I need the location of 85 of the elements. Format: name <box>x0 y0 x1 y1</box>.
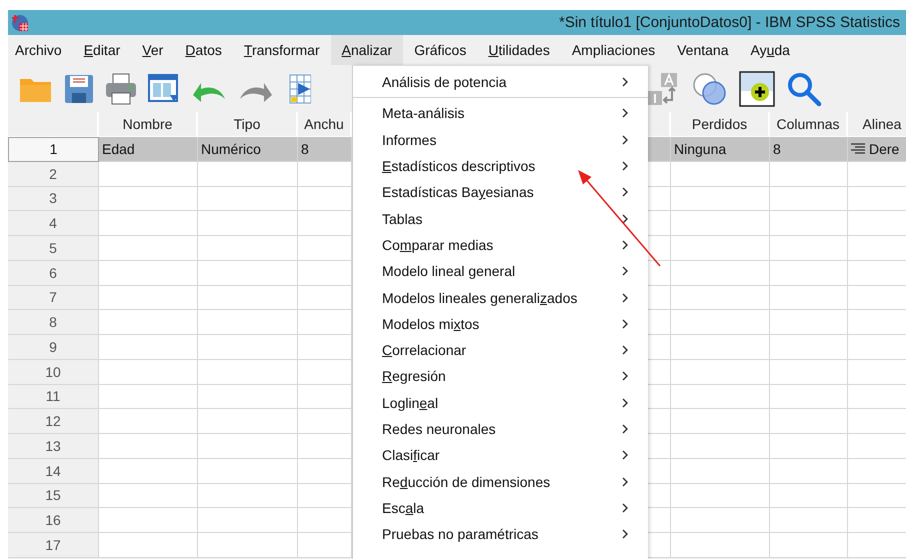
column-header[interactable]: Nombre <box>99 112 198 137</box>
grid-icon[interactable] <box>289 72 311 104</box>
chevron-icon <box>622 450 628 460</box>
chevron-icon <box>622 214 628 224</box>
menu-item[interactable]: Gráficos <box>403 35 478 65</box>
menu-item[interactable]: Archivo <box>8 35 73 65</box>
row-header[interactable]: 16 <box>8 508 99 533</box>
row-header[interactable]: 1 <box>8 137 99 162</box>
row-header[interactable]: 8 <box>8 310 99 335</box>
column-header[interactable]: Perdidos <box>671 112 770 137</box>
menu-item[interactable]: Clasificar <box>353 442 648 468</box>
window-icon[interactable] <box>148 72 180 104</box>
menu-item[interactable]: Ampliaciones <box>560 35 666 65</box>
chevron-icon <box>622 134 628 145</box>
table-cell: Ninguna <box>671 137 770 162</box>
row-header[interactable]: 5 <box>8 236 99 261</box>
menu-item[interactable]: Informes <box>353 126 648 153</box>
table-cell-text: Dere <box>869 140 900 157</box>
menu-item[interactable]: Comparar medias <box>353 232 648 258</box>
printer-icon[interactable] <box>105 72 137 104</box>
chevron-icon <box>622 240 628 250</box>
chevron-icon <box>622 398 628 408</box>
chevron-icon <box>622 187 628 198</box>
column-header[interactable]: Anchu <box>298 112 352 137</box>
align-right-icon <box>851 142 865 155</box>
table-cell: Numérico <box>198 137 298 162</box>
menu-item[interactable]: Utilidades <box>477 35 561 65</box>
menu-item[interactable]: Estadísticas Bayesianas <box>353 179 648 206</box>
menu-item[interactable]: Modelos mixtos <box>353 310 648 337</box>
table-cell: 8 <box>298 137 352 162</box>
menu-item[interactable]: Correlacionar <box>353 336 648 364</box>
menu-item[interactable]: Loglineal <box>353 390 648 416</box>
row-header[interactable]: 2 <box>8 162 99 186</box>
menu-item[interactable]: Redes neuronales <box>353 416 648 442</box>
chevron-icon <box>622 371 628 382</box>
row-header[interactable]: 10 <box>8 360 99 384</box>
circles-icon[interactable] <box>692 72 728 106</box>
row-header[interactable]: 7 <box>8 286 99 310</box>
chevron-icon <box>622 108 628 118</box>
chevron-icon <box>622 292 628 303</box>
chevron-icon <box>622 502 628 513</box>
chevron-icon <box>622 318 628 329</box>
row-header[interactable]: 13 <box>8 434 99 459</box>
chevron-icon <box>622 424 628 434</box>
row-header[interactable]: 17 <box>8 533 99 558</box>
row-header[interactable]: 15 <box>8 484 99 508</box>
chevron-icon <box>622 77 628 88</box>
menu-item[interactable]: Reducción de dimensiones <box>353 468 648 495</box>
chevron-icon <box>622 266 628 276</box>
menu-item[interactable]: Analizar <box>330 35 404 65</box>
row-header[interactable]: 14 <box>8 458 99 484</box>
row-header[interactable]: 11 <box>8 384 99 410</box>
menu-item[interactable]: Ventana <box>666 35 740 65</box>
chevron-icon <box>622 161 628 172</box>
menu-item[interactable]: Estadísticos descriptivos <box>353 152 648 180</box>
window-title: *Sin título1 [ConjuntoDatos0] - IBM SPSS Statistics <box>559 14 900 31</box>
menu-item[interactable]: Modelo lineal general <box>353 258 648 284</box>
chevron-icon <box>622 345 628 356</box>
column-header[interactable]: Columnas <box>770 112 848 137</box>
menu-item[interactable]: Tablas <box>353 205 648 232</box>
row-header[interactable]: 6 <box>8 260 99 286</box>
save-icon[interactable] <box>64 74 94 104</box>
row-header[interactable]: 9 <box>8 335 99 360</box>
row-header[interactable]: 12 <box>8 409 99 434</box>
menu-item[interactable]: Pruebas no paramétricas <box>353 521 648 548</box>
table-cell: Edad <box>99 137 198 162</box>
table-cell: 8 <box>770 137 848 162</box>
row-header[interactable]: 4 <box>8 211 99 236</box>
chevron-icon <box>622 529 628 540</box>
menu-item[interactable]: Editar <box>72 35 132 65</box>
menu-item[interactable]: Transformar <box>232 35 331 65</box>
menu-item[interactable]: Escala <box>353 494 648 522</box>
menu-item[interactable]: Datos <box>174 35 233 65</box>
menu-item[interactable]: Regresión <box>353 363 648 390</box>
menu-item[interactable]: Ver <box>131 35 174 65</box>
menu-item[interactable]: Modelos lineales generalizados <box>353 284 648 311</box>
chevron-icon <box>622 476 628 487</box>
app-icon <box>11 14 29 32</box>
menu-item[interactable]: Meta-análisis <box>353 100 648 127</box>
menu-item[interactable]: Ayuda <box>740 35 801 65</box>
add-icon[interactable] <box>739 70 775 106</box>
column-header[interactable]: Tipo <box>198 112 298 137</box>
search-icon[interactable] <box>786 70 822 106</box>
menu-item[interactable]: Análisis de potencia <box>353 69 648 96</box>
row-header[interactable]: 3 <box>8 186 99 212</box>
